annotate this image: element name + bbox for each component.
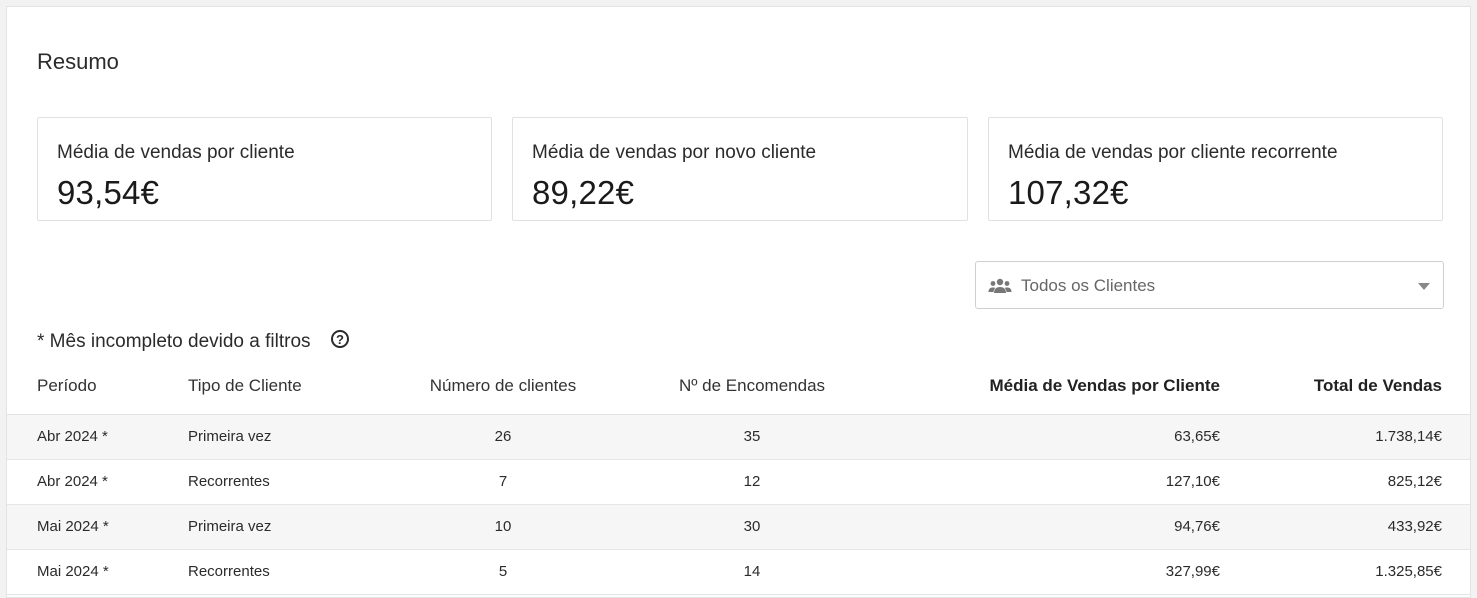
cell-total: 825,12€ (1387, 473, 1442, 490)
cell-encomendas: 35 (743, 428, 761, 445)
cell-media: 63,65€ (1174, 428, 1220, 445)
cell-encomendas: 14 (743, 563, 761, 580)
cell-encomendas: 30 (743, 518, 761, 535)
cell-numero: 7 (498, 473, 508, 490)
metric-card-avg-per-client: Média de vendas por cliente 93,54€ (37, 117, 492, 221)
summary-panel: Resumo Média de vendas por cliente 93,54… (6, 6, 1471, 598)
cell-periodo: Mai 2024 * (37, 563, 109, 580)
header-encomendas[interactable]: Nº de Encomendas (675, 376, 829, 396)
metric-value: 89,22€ (532, 174, 635, 211)
metric-label: Média de vendas por cliente recorrente (1008, 142, 1338, 163)
cell-numero: 26 (494, 428, 512, 445)
header-total-vendas[interactable]: Total de Vendas (1314, 376, 1442, 396)
metric-label: Média de vendas por cliente (57, 142, 295, 163)
metric-value: 93,54€ (57, 174, 160, 211)
table-row: Abr 2024 * Recorrentes 7 12 127,10€ 825,… (7, 460, 1470, 505)
client-type-select[interactable]: Todos os Clientes (975, 261, 1444, 309)
cell-media: 327,99€ (1165, 563, 1220, 580)
cell-numero: 5 (498, 563, 508, 580)
people-icon (988, 278, 1012, 293)
page-title: Resumo (37, 49, 119, 74)
select-value: Todos os Clientes (1021, 276, 1156, 295)
cell-periodo: Abr 2024 * (37, 428, 108, 445)
cell-media: 94,76€ (1174, 518, 1220, 535)
chevron-down-icon (1418, 283, 1430, 290)
cell-media: 127,10€ (1165, 473, 1220, 490)
cell-total: 1.738,14€ (1375, 428, 1442, 445)
metric-value: 107,32€ (1008, 174, 1129, 211)
cell-total: 433,92€ (1387, 518, 1442, 535)
cell-tipo: Recorrentes (188, 473, 270, 490)
cell-total: 1.325,85€ (1375, 563, 1442, 580)
help-circle-icon[interactable]: ? (331, 330, 349, 348)
cell-tipo: Primeira vez (188, 518, 272, 535)
header-numero-clientes[interactable]: Número de clientes (427, 376, 579, 396)
header-periodo[interactable]: Período (37, 376, 97, 396)
cell-numero: 10 (494, 518, 512, 535)
metric-label: Média de vendas por novo cliente (532, 142, 817, 163)
incomplete-month-note: * Mês incompleto devido a filtros (37, 331, 311, 352)
cell-encomendas: 12 (743, 473, 761, 490)
table-header: Período Tipo de Cliente Número de client… (7, 370, 1470, 415)
cell-tipo: Primeira vez (188, 428, 272, 445)
cell-tipo: Recorrentes (188, 563, 270, 580)
cell-periodo: Abr 2024 * (37, 473, 108, 490)
table-row: Abr 2024 * Primeira vez 26 35 63,65€ 1.7… (7, 415, 1470, 460)
cell-periodo: Mai 2024 * (37, 518, 109, 535)
header-media-vendas[interactable]: Média de Vendas por Cliente (989, 376, 1220, 396)
header-tipo-cliente[interactable]: Tipo de Cliente (188, 376, 302, 396)
metric-card-avg-per-new-client: Média de vendas por novo cliente 89,22€ (512, 117, 968, 221)
table-row: Mai 2024 * Primeira vez 10 30 94,76€ 433… (7, 505, 1470, 550)
metric-card-avg-per-returning-client: Média de vendas por cliente recorrente 1… (988, 117, 1443, 221)
table-row: Mai 2024 * Recorrentes 5 14 327,99€ 1.32… (7, 550, 1470, 595)
